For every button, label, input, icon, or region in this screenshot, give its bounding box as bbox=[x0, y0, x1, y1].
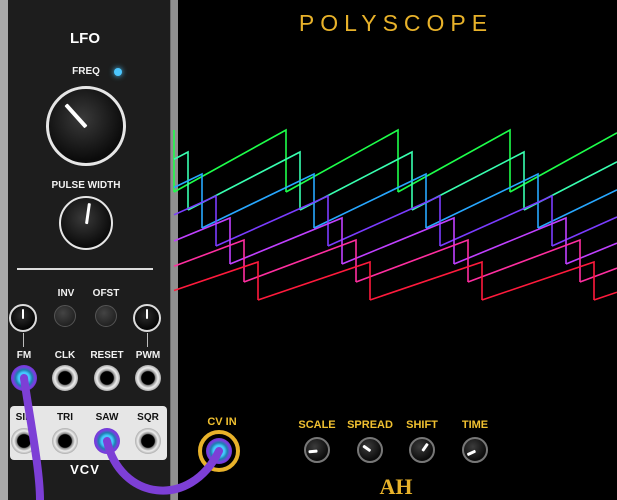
scope-trace bbox=[173, 194, 617, 247]
polyscope-title: POLYSCOPE bbox=[298, 10, 494, 36]
time-knob[interactable] bbox=[462, 437, 488, 463]
cv-in-label: CV IN bbox=[207, 416, 237, 428]
scale-knob-pointer bbox=[308, 449, 318, 454]
ah-logo: AH bbox=[379, 474, 413, 499]
shift-label: SHIFT bbox=[406, 419, 438, 431]
time-label: TIME bbox=[461, 419, 489, 431]
shift-knob-pointer bbox=[421, 442, 429, 452]
time-knob-pointer bbox=[466, 449, 477, 457]
spread-knob-pointer bbox=[362, 444, 372, 453]
spread-label: SPREAD bbox=[347, 419, 393, 431]
scale-knob[interactable] bbox=[304, 437, 330, 463]
shift-knob[interactable] bbox=[409, 437, 435, 463]
scope-trace bbox=[173, 238, 617, 283]
scale-label: SCALE bbox=[298, 419, 336, 431]
cv-in-jack[interactable] bbox=[206, 438, 232, 464]
scope-trace bbox=[173, 150, 617, 211]
spread-knob[interactable] bbox=[357, 437, 383, 463]
